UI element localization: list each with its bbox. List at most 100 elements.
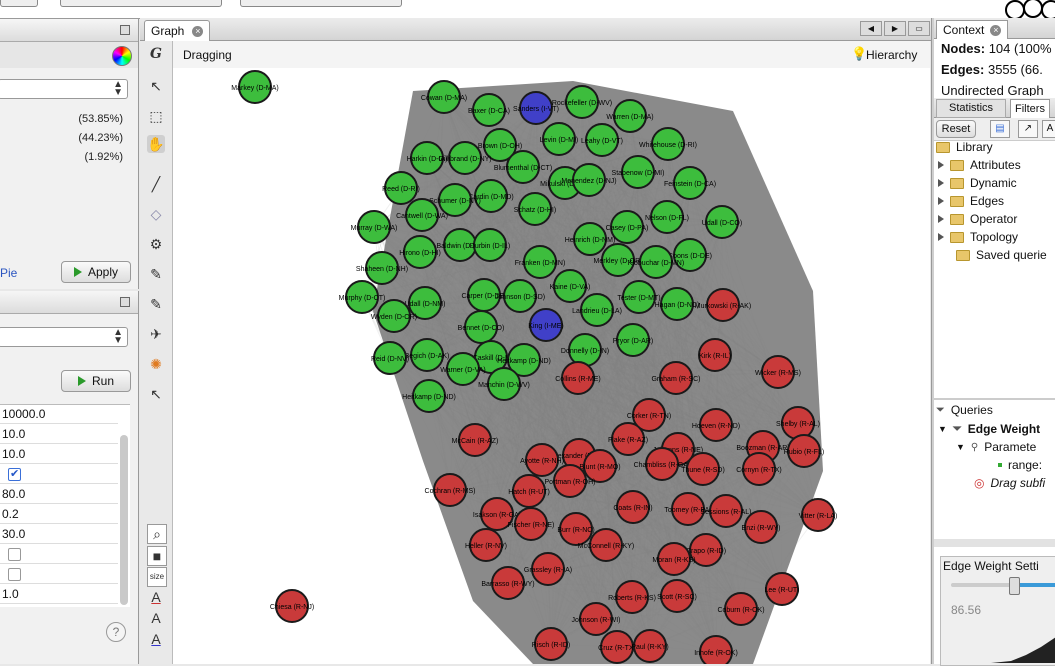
zoom-icon[interactable]: ⌕ xyxy=(147,524,167,544)
collapse-icon[interactable]: ▼ xyxy=(956,442,965,452)
node-label: Menendez (D-NJ) xyxy=(561,178,616,185)
panel-minimize-icon[interactable] xyxy=(120,297,130,307)
checkbox-unchecked[interactable] xyxy=(8,568,21,581)
query-parameters-label: Paramete xyxy=(984,440,1037,454)
expand-icon[interactable] xyxy=(938,215,944,223)
expand-icon[interactable] xyxy=(938,233,944,241)
label-color-icon[interactable]: A xyxy=(147,588,165,606)
graph-node[interactable]: Markey (D-MA) xyxy=(231,70,279,104)
node-label: Bennet (D-CO) xyxy=(458,325,505,332)
checkbox-checked[interactable]: ✔ xyxy=(8,468,21,481)
reset-button[interactable]: Reset xyxy=(936,120,976,138)
painter-icon[interactable]: ╱ xyxy=(147,175,165,193)
collapse-icon[interactable]: ▼ xyxy=(938,424,947,434)
filters-tabbar: Statistics Filters xyxy=(934,98,1055,118)
property-value[interactable]: 10.0 xyxy=(0,425,118,444)
layout-select[interactable]: ▲ ▼ xyxy=(0,327,128,347)
edge-pencil-icon[interactable]: ✎ xyxy=(147,295,165,313)
label-font-icon[interactable]: A xyxy=(147,609,165,627)
node-label: Crapo (R-ID) xyxy=(686,548,726,555)
apply-button[interactable]: Apply xyxy=(61,261,131,283)
play-icon xyxy=(73,267,82,277)
properties-scrollbar[interactable] xyxy=(120,435,128,605)
run-button[interactable]: Run xyxy=(61,370,131,392)
tab-left-arrow-icon[interactable]: ◀ xyxy=(860,21,882,36)
expand-icon[interactable] xyxy=(938,179,944,187)
font-icon[interactable]: A xyxy=(1042,120,1055,138)
top-button-3[interactable] xyxy=(240,0,402,7)
diffusion-icon[interactable]: ✺ xyxy=(147,355,165,373)
top-button-1[interactable] xyxy=(0,0,38,7)
heatmap-icon[interactable]: ⚙ xyxy=(147,235,165,253)
tab-menu-icon[interactable]: ▭ xyxy=(908,21,930,36)
node-label: Vitter (R-LA) xyxy=(799,513,838,520)
tab-right-arrow-icon[interactable]: ▶ xyxy=(884,21,906,36)
partition-select[interactable]: ▲ ▼ xyxy=(0,79,128,99)
pointer-icon[interactable]: ↖ xyxy=(147,77,165,95)
graph-node[interactable]: Kirk (R-IL) xyxy=(698,338,732,372)
library-item-edges[interactable]: Edges xyxy=(938,194,1004,208)
query-parameters[interactable]: ▼ ⚲ Paramete xyxy=(956,440,1036,454)
export-icon[interactable]: ↗ xyxy=(1018,120,1038,138)
library-item-topology[interactable]: Topology xyxy=(938,230,1018,244)
rectangle-select-icon[interactable]: ⬚ xyxy=(147,107,165,125)
partition-percent-1: (53.85%) xyxy=(78,113,123,125)
library-node[interactable]: Library xyxy=(936,140,993,154)
graph-node[interactable]: Chiesa (R-NJ) xyxy=(270,589,314,623)
sizer-icon[interactable]: ◇ xyxy=(147,205,165,223)
library-item-label: Dynamic xyxy=(970,176,1017,190)
node-label: Risch (R-ID) xyxy=(532,642,571,649)
library-item-dynamic[interactable]: Dynamic xyxy=(938,176,1017,190)
background-color-icon[interactable]: ■ xyxy=(147,546,167,566)
close-icon[interactable]: × xyxy=(192,25,204,37)
context-tab-label: Context xyxy=(943,23,985,37)
tab-statistics[interactable]: Statistics xyxy=(936,99,1007,118)
network-graph[interactable]: Markey (D-MA)Cowan (D-MA)Sanders (I-VT)R… xyxy=(173,41,930,664)
filters-splitter[interactable] xyxy=(934,398,1055,400)
edit-icon[interactable]: ↖ xyxy=(147,385,165,403)
settings-splitter[interactable] xyxy=(934,539,1055,547)
edge-label-icon[interactable]: A xyxy=(147,630,165,648)
tab-graph[interactable]: Graph × xyxy=(144,20,211,41)
node-label: Hoeven (R-ND) xyxy=(692,423,740,430)
property-value[interactable]: 0.2 xyxy=(0,505,118,524)
node-label: Landrieu (D-LA) xyxy=(572,308,622,315)
edges-value: 3555 (66. xyxy=(987,62,1043,77)
library-item-operator[interactable]: Operator xyxy=(938,212,1017,226)
filter-action-icon[interactable]: ▤ xyxy=(990,120,1010,138)
property-value[interactable]: 10000.0 xyxy=(0,405,118,424)
query-edge-weight[interactable]: ▼ ⏷ Edge Weight xyxy=(938,422,1040,436)
graph-node[interactable]: Lee (R-UT) xyxy=(764,572,800,606)
panel-minimize-icon[interactable] xyxy=(120,25,130,35)
library-item-attributes[interactable]: Attributes xyxy=(938,158,1021,172)
expand-icon[interactable] xyxy=(938,197,944,205)
graph-node[interactable]: King (I-ME) xyxy=(528,308,564,342)
color-palette-icon[interactable] xyxy=(112,46,132,66)
graph-canvas[interactable]: Dragging 💡 Hierarchy Markey (D-MA) Cowan … xyxy=(173,41,930,664)
size-icon[interactable]: size xyxy=(147,567,167,587)
property-value[interactable]: 80.0 xyxy=(0,485,118,504)
node-label: Leahy (D-VT) xyxy=(581,138,623,145)
drag-hand-icon[interactable]: ✋ xyxy=(147,135,165,153)
node-label: Murkowski (R-AK) xyxy=(695,303,751,310)
pie-link[interactable]: Pie xyxy=(0,266,17,280)
partition-panel: ▲ ▼ (53.85%) (44.23%) (1.92%) Pie Apply xyxy=(0,19,139,289)
help-icon[interactable]: ? xyxy=(106,622,126,642)
property-value[interactable]: 30.0 xyxy=(0,525,118,544)
expand-icon[interactable] xyxy=(938,161,944,169)
node-label: Coats (R-IN) xyxy=(613,505,652,512)
query-range[interactable]: range: xyxy=(998,458,1042,472)
filter-funnel-icon: ⏷ xyxy=(952,422,962,435)
library-item-saved-queries[interactable]: Saved querie xyxy=(956,248,1047,262)
shortest-path-icon[interactable]: ✈ xyxy=(147,325,165,343)
close-icon[interactable]: × xyxy=(990,24,1002,36)
top-button-2[interactable] xyxy=(60,0,222,7)
tab-context[interactable]: Context × xyxy=(936,20,1009,39)
node-label: Whitehouse (D-RI) xyxy=(639,142,697,149)
tab-filters[interactable]: Filters xyxy=(1010,99,1050,118)
pencil-icon[interactable]: ✎ xyxy=(147,265,165,283)
property-value[interactable]: 10.0 xyxy=(0,445,118,464)
property-value[interactable]: 1.0 xyxy=(0,585,118,604)
range-slider-handle[interactable] xyxy=(1009,577,1020,595)
checkbox-unchecked[interactable] xyxy=(8,548,21,561)
